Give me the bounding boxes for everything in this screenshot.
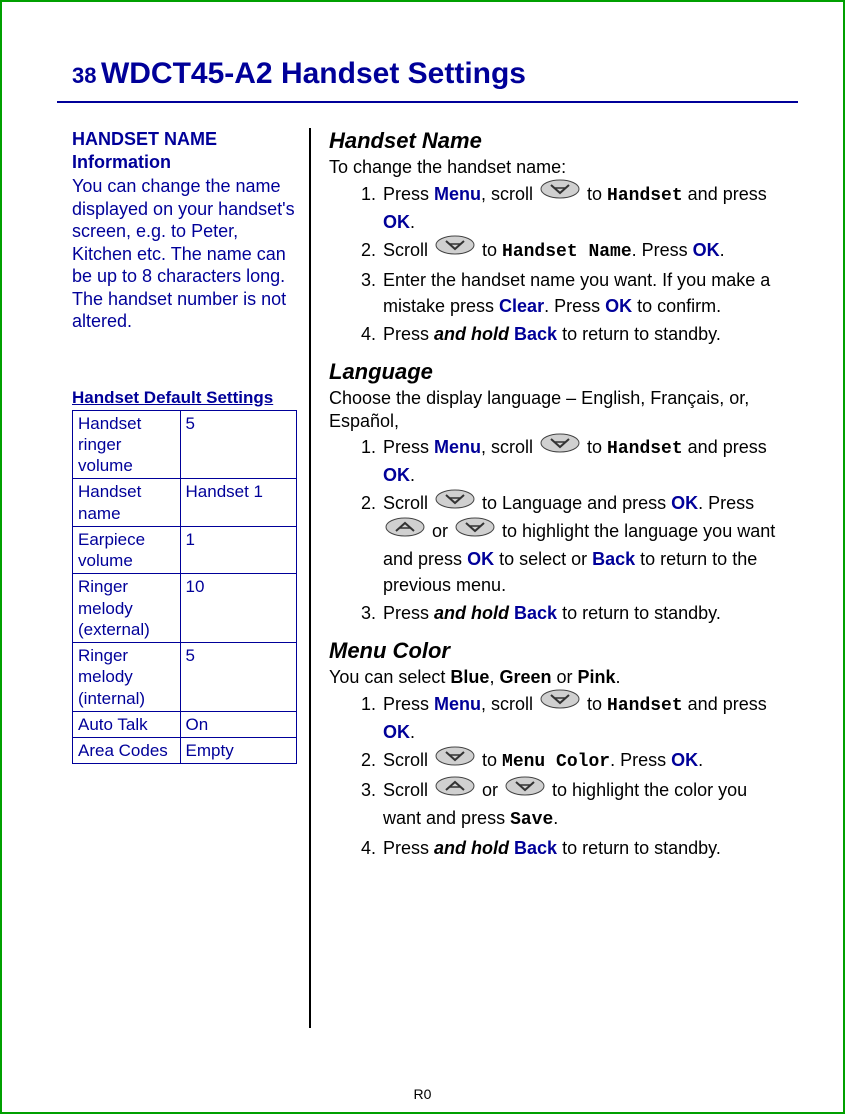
list-item: Scroll to Handset Name. Press OK. <box>381 237 783 265</box>
page-title: WDCT45-A2 Handset Settings <box>101 57 526 90</box>
list-item: Press and hold Back to return to standby… <box>381 321 783 347</box>
section-heading-handset-name: Handset Name <box>329 128 783 154</box>
scroll-down-icon <box>505 776 545 803</box>
steps-menu-color: Press Menu, scroll to Handset and press … <box>329 691 783 861</box>
info-heading: HANDSET NAME Information <box>72 128 297 173</box>
list-item: Scroll to Language and press OK. Press o… <box>381 490 783 598</box>
steps-language: Press Menu, scroll to Handset and press … <box>329 434 783 626</box>
table-row: Auto TalkOn <box>73 711 297 737</box>
scroll-down-icon <box>540 433 580 460</box>
scroll-down-icon <box>455 517 495 544</box>
table-row: Ringer melody (internal)5 <box>73 643 297 712</box>
list-item: Enter the handset name you want. If you … <box>381 267 783 319</box>
section-heading-menu-color: Menu Color <box>329 638 783 664</box>
page-header: 38 WDCT45-A2 Handset Settings <box>72 57 783 91</box>
section-intro: You can select Blue, Green or Pink. <box>329 666 783 689</box>
table-row: Ringer melody (external)10 <box>73 574 297 643</box>
list-item: Press and hold Back to return to standby… <box>381 600 783 626</box>
section-intro: Choose the display language – English, F… <box>329 387 783 432</box>
header-rule <box>57 101 798 103</box>
steps-handset-name: Press Menu, scroll to Handset and press … <box>329 181 783 348</box>
list-item: Press Menu, scroll to Handset and press … <box>381 691 783 745</box>
list-item: Press Menu, scroll to Handset and press … <box>381 434 783 488</box>
page-number: 38 <box>72 63 96 88</box>
defaults-table: Handset ringer volume5 Handset nameHands… <box>72 410 297 765</box>
table-row: Handset nameHandset 1 <box>73 479 297 527</box>
scroll-down-icon <box>435 489 475 516</box>
section-heading-language: Language <box>329 359 783 385</box>
section-intro: To change the handset name: <box>329 156 783 179</box>
list-item: Press and hold Back to return to standby… <box>381 835 783 861</box>
info-body: You can change the name displayed on you… <box>72 175 297 333</box>
scroll-down-icon <box>435 235 475 262</box>
list-item: Scroll or to highlight the color you wan… <box>381 777 783 833</box>
list-item: Press Menu, scroll to Handset and press … <box>381 181 783 235</box>
scroll-down-icon <box>435 746 475 773</box>
scroll-down-icon <box>540 179 580 206</box>
column-divider <box>309 128 311 1028</box>
scroll-down-icon <box>540 689 580 716</box>
defaults-table-title: Handset Default Settings <box>72 388 297 408</box>
list-item: Scroll to Menu Color. Press OK. <box>381 747 783 775</box>
table-row: Handset ringer volume5 <box>73 410 297 479</box>
scroll-up-icon <box>435 776 475 803</box>
footer-text: R0 <box>2 1086 843 1102</box>
sidebar: HANDSET NAME Information You can change … <box>72 128 309 1028</box>
table-row: Area CodesEmpty <box>73 738 297 764</box>
table-row: Earpiece volume1 <box>73 526 297 574</box>
scroll-up-icon <box>385 517 425 544</box>
main-content: Handset Name To change the handset name:… <box>321 128 783 1028</box>
